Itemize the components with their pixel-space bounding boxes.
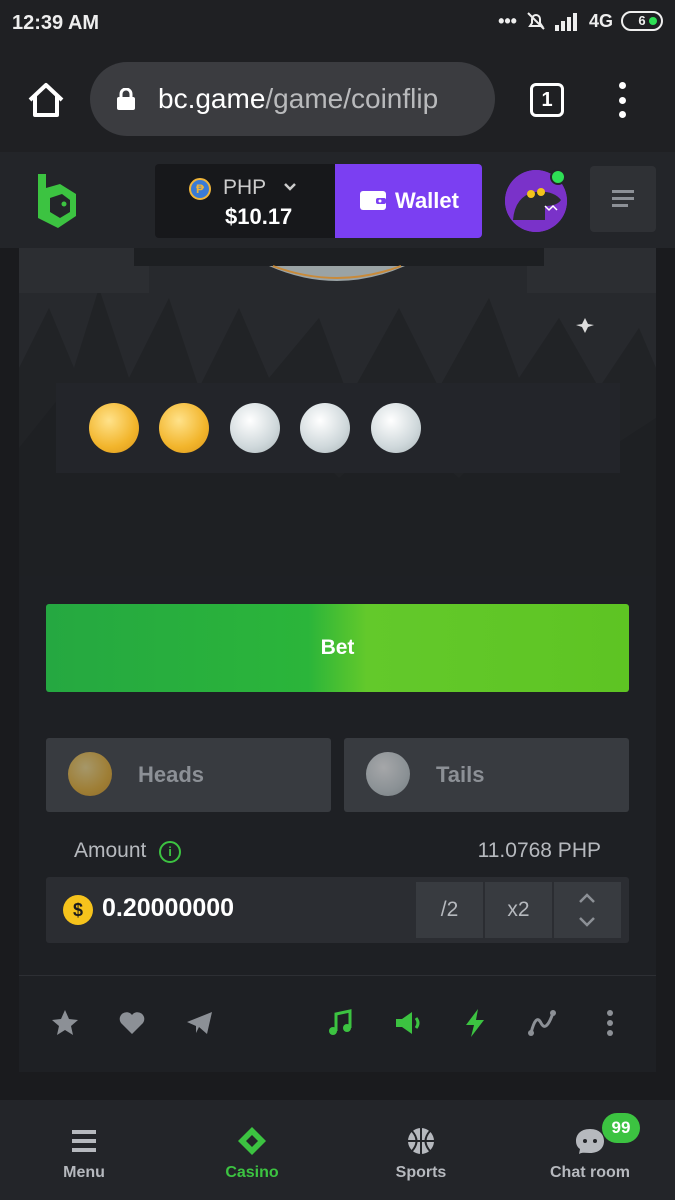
url-text[interactable]: bc.game/game/coinflip: [158, 83, 438, 115]
heads-button[interactable]: Heads: [46, 738, 331, 812]
chart-trend-icon[interactable]: [526, 1007, 558, 1039]
online-status-dot: [550, 169, 566, 185]
bottom-nav: Menu Casino Sports Chat room: [0, 1100, 675, 1200]
nav-chat[interactable]: Chat room: [506, 1100, 674, 1200]
bc-logo[interactable]: [32, 172, 82, 230]
divider: [19, 975, 656, 976]
bell-muted-icon: [527, 12, 545, 30]
url-host: bc.game: [158, 83, 266, 114]
tails-button[interactable]: Tails: [344, 738, 629, 812]
address-bar[interactable]: bc.game/game/coinflip: [90, 62, 495, 136]
double-button[interactable]: x2: [485, 882, 552, 938]
amount-label: Amount: [74, 839, 147, 862]
signal-icon: [554, 13, 577, 31]
tails-history-coin: [300, 403, 350, 453]
nav-casino[interactable]: Casino: [168, 1100, 336, 1200]
tab-switcher-button[interactable]: 1: [530, 83, 564, 117]
amount-max: 11.0768 PHP: [477, 839, 601, 862]
wallet-icon: [360, 191, 386, 210]
nav-menu[interactable]: Menu: [0, 1100, 168, 1200]
flip-history: [56, 383, 620, 473]
side-menu-button[interactable]: [590, 166, 656, 232]
nav-casino-label: Casino: [225, 1164, 279, 1181]
star-icon[interactable]: [49, 1007, 81, 1039]
network-type: 4G: [588, 10, 613, 31]
nav-sports-label: Sports: [395, 1164, 447, 1181]
amount-input-group: $ 0.20000000 /2 x2: [46, 877, 629, 943]
home-icon[interactable]: [24, 78, 68, 122]
dollar-coin-icon: $: [63, 895, 93, 925]
tails-label: Tails: [436, 762, 485, 787]
more-vertical-icon[interactable]: [594, 1007, 626, 1039]
chevron-down-icon: [284, 183, 296, 191]
nav-chat-label: Chat room: [550, 1164, 630, 1181]
nav-sports[interactable]: Sports: [337, 1100, 505, 1200]
info-icon[interactable]: i: [159, 841, 181, 863]
heart-icon[interactable]: [116, 1007, 148, 1039]
battery-level: 6: [638, 13, 646, 28]
browser-menu-icon[interactable]: [616, 82, 628, 118]
more-dots-icon: •••: [498, 10, 517, 31]
status-time: 12:39 AM: [12, 12, 100, 34]
chevron-updown-icon: [579, 893, 595, 927]
tails-coin-icon: [366, 752, 410, 796]
app-header: ₱ PHP $10.17 Wallet: [0, 152, 675, 248]
music-icon[interactable]: [325, 1007, 357, 1039]
tails-history-coin: [371, 403, 421, 453]
amount-input[interactable]: 0.20000000: [102, 894, 234, 923]
currency-selector[interactable]: ₱ PHP $10.17: [155, 164, 335, 238]
heads-coin-icon: [68, 752, 112, 796]
battery-icon: 6: [621, 11, 663, 31]
half-button[interactable]: /2: [416, 882, 483, 938]
bet-button[interactable]: Bet: [46, 604, 629, 692]
amount-stepper[interactable]: [554, 882, 621, 938]
heads-label: Heads: [138, 762, 205, 787]
heads-history-coin: [159, 403, 209, 453]
sound-icon[interactable]: [392, 1007, 424, 1039]
wallet-button[interactable]: Wallet: [335, 164, 482, 238]
status-bar: 12:39 AM ••• 4G 6: [0, 0, 675, 50]
balance-amount: $10.17: [225, 204, 293, 229]
lightning-icon[interactable]: [459, 1007, 491, 1039]
wallet-label: Wallet: [395, 188, 459, 213]
heads-history-coin: [89, 403, 139, 453]
menu-lines-icon: [612, 190, 634, 207]
tails-history-coin: [230, 403, 280, 453]
chat-unread-badge: 99: [602, 1113, 640, 1143]
casino-cards-icon: [238, 1127, 266, 1155]
url-path: /game/coinflip: [265, 83, 439, 114]
lock-icon: [117, 88, 135, 110]
nav-menu-label: Menu: [63, 1164, 105, 1181]
php-coin-icon: ₱: [189, 178, 211, 200]
menu-icon: [72, 1130, 96, 1152]
currency-code: PHP: [223, 176, 267, 199]
basketball-icon: [408, 1128, 434, 1154]
browser-toolbar: bc.game/game/coinflip 1: [0, 50, 675, 152]
share-icon[interactable]: [184, 1007, 216, 1039]
status-icons: ••• 4G 6: [498, 10, 663, 32]
